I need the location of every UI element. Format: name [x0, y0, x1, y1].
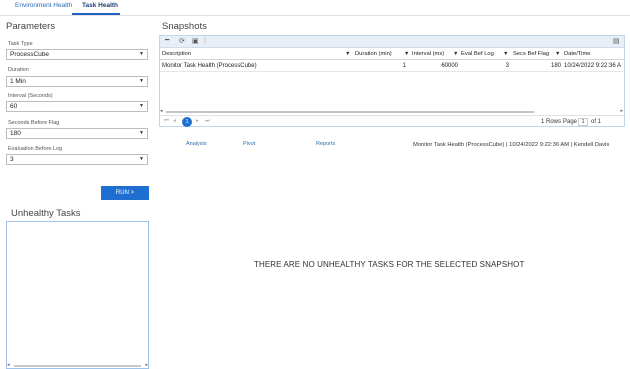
scroll-right-icon[interactable]: ▸	[145, 362, 148, 368]
seconds-before-flag-label: Seconds Before Flag	[8, 120, 60, 126]
snapshots-title: Snapshots	[162, 21, 207, 32]
prev-page-icon[interactable]: ◂	[173, 118, 176, 124]
cell-date-time: 10/24/2022 9:22:36 A	[564, 63, 622, 69]
reports-link[interactable]: Reports	[316, 141, 335, 147]
table-row[interactable]: Monitor Task Health (ProcessCube) 1 6000…	[160, 61, 624, 72]
chevron-down-icon: ▼	[139, 156, 144, 162]
tab-environment-health[interactable]: Environment Health	[15, 2, 72, 9]
interval-value: 60	[10, 103, 18, 110]
refresh-icon[interactable]: ⟳	[179, 37, 185, 45]
page-label: Page	[563, 119, 578, 125]
scrollbar-thumb[interactable]	[14, 365, 141, 367]
task-type-select[interactable]: ProcessCube ▼	[6, 49, 148, 60]
unhealthy-tasks-title: Unhealthy Tasks	[11, 208, 81, 219]
save-icon[interactable]: ▣	[192, 37, 199, 45]
empty-state-message: THERE ARE NO UNHEALTHY TASKS FOR THE SEL…	[254, 260, 525, 269]
cell-secs-bef-flag: 180	[550, 63, 561, 69]
col-secs-bef-flag[interactable]: Secs Bef Flag	[513, 51, 549, 57]
parameters-title: Parameters	[6, 21, 56, 32]
duration-label: Duration	[8, 67, 29, 73]
scroll-left-icon[interactable]: ◂	[160, 108, 163, 114]
cell-duration: 1	[402, 63, 406, 69]
cell-interval: 60000	[441, 63, 458, 69]
analysis-link[interactable]: Analysis	[186, 141, 206, 147]
task-type-value: ProcessCube	[10, 51, 50, 58]
evaluation-before-log-value: 3	[10, 156, 14, 163]
unhealthy-tasks-scrollbar[interactable]: ◂ ▸	[6, 362, 149, 368]
toolbar-divider: |	[204, 37, 206, 44]
filter-icon[interactable]: ▼	[404, 51, 409, 57]
pivot-link[interactable]: Pivot	[243, 141, 255, 147]
col-interval[interactable]: Interval (ms)	[412, 51, 444, 57]
tab-task-health[interactable]: Task Health	[82, 2, 118, 9]
col-eval-bef-log[interactable]: Eval Bef Log	[461, 51, 494, 57]
grid-header: Description ▼ Duration (min) ▼ Interval …	[160, 49, 624, 60]
active-tab-indicator	[72, 13, 120, 15]
grid-toolbar: ━ ⟳ ▣ | ▤	[160, 36, 624, 48]
filter-icon[interactable]: ▼	[453, 51, 458, 57]
chevron-down-icon: ▼	[139, 103, 144, 109]
last-page-icon[interactable]: ⏭	[205, 118, 210, 125]
evaluation-before-log-label: Evaluation Before Log	[8, 146, 63, 152]
export-icon[interactable]: ▤	[613, 37, 620, 45]
scroll-right-icon[interactable]: ▸	[620, 108, 623, 114]
first-page-icon[interactable]: ⏮	[164, 118, 169, 125]
col-duration[interactable]: Duration (min)	[355, 51, 392, 57]
unhealthy-tasks-list[interactable]	[6, 221, 149, 369]
cell-eval-bef-log: 3	[505, 63, 509, 69]
col-date-time[interactable]: Date/Time	[564, 51, 591, 57]
interval-label: Interval (Seconds)	[8, 93, 53, 99]
task-type-label: Task Type	[8, 41, 33, 47]
grid-pager: ⏮ ◂ 1 ▸ ⏭ 1 Rows Page 1 of 1	[160, 115, 624, 127]
page-input[interactable]: 1	[578, 118, 588, 126]
chevron-down-icon: ▼	[139, 130, 144, 136]
col-description[interactable]: Description	[162, 51, 191, 57]
seconds-before-flag-select[interactable]: 180 ▼	[6, 128, 148, 139]
filter-icon[interactable]: ▼	[503, 51, 508, 57]
duration-select[interactable]: 1 Min ▼	[6, 76, 148, 87]
minus-icon[interactable]: ━	[165, 36, 169, 44]
page-of-text: of 1	[591, 119, 602, 125]
snapshots-grid: ━ ⟳ ▣ | ▤ Description ▼ Duration (min) ▼…	[159, 35, 625, 127]
filter-icon[interactable]: ▼	[345, 51, 350, 57]
chevron-down-icon: ▼	[139, 51, 144, 57]
chevron-down-icon: ▼	[139, 78, 144, 84]
top-nav: Environment Health Task Health	[0, 0, 630, 16]
seconds-before-flag-value: 180	[10, 130, 21, 137]
scrollbar-thumb[interactable]	[166, 111, 534, 113]
interval-select[interactable]: 60 ▼	[6, 101, 148, 112]
snapshot-status-line: Monitor Task Health (ProcessCube) | 10/2…	[413, 142, 610, 148]
run-button[interactable]: RUN >	[101, 186, 149, 200]
grid-scrollbar[interactable]: ◂ ▸	[160, 108, 624, 114]
scroll-left-icon[interactable]: ◂	[7, 362, 10, 368]
cell-description: Monitor Task Health (ProcessCube)	[162, 63, 257, 69]
next-page-icon[interactable]: ▸	[196, 118, 199, 124]
current-page-button[interactable]: 1	[182, 117, 192, 127]
duration-value: 1 Min	[10, 78, 26, 85]
rows-count: 1 Rows	[541, 119, 562, 125]
evaluation-before-log-select[interactable]: 3 ▼	[6, 154, 148, 165]
filter-icon[interactable]: ▼	[555, 51, 560, 57]
